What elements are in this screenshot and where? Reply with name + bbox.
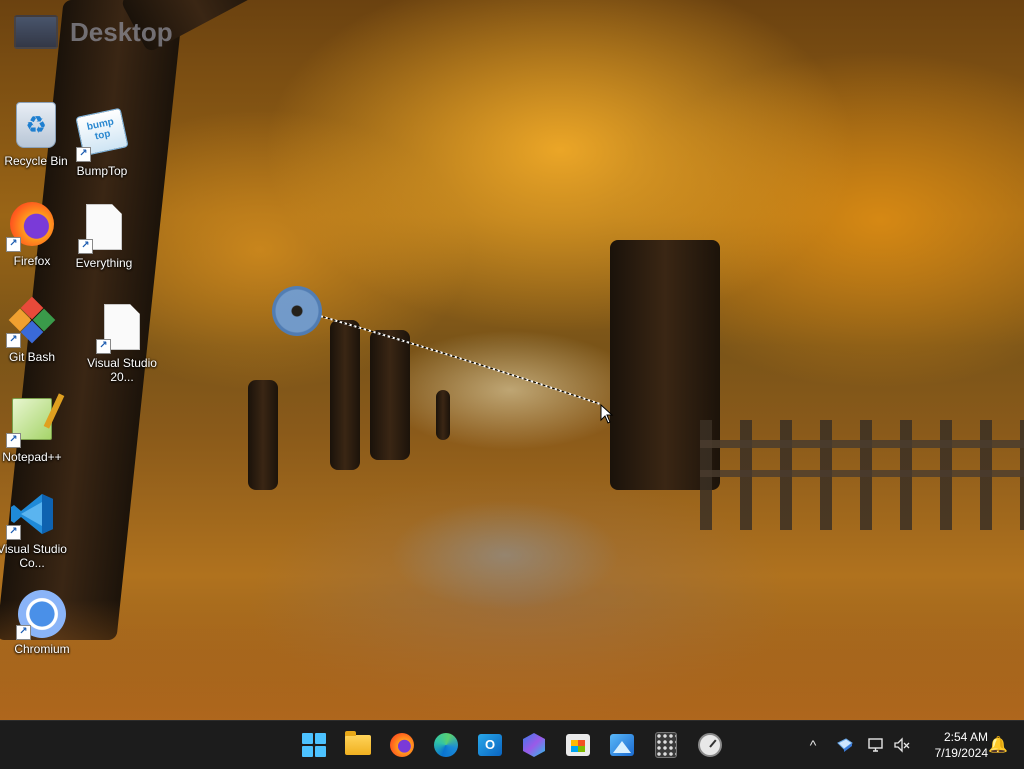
taskbar: O ^ 2:54 AM 7/19/2024 🔔 — [0, 720, 1024, 769]
clock-time: 2:54 AM — [943, 730, 988, 744]
windows-start-icon — [302, 733, 326, 757]
network-button[interactable] — [864, 721, 888, 769]
taskbar-edge[interactable] — [430, 729, 462, 761]
edge-icon — [434, 733, 458, 757]
taskbar-file-explorer[interactable] — [342, 729, 374, 761]
chevron-up-icon: ^ — [809, 737, 817, 753]
tray-app-icon — [837, 738, 853, 752]
drag-path — [319, 315, 601, 405]
taskbar-calculator[interactable] — [650, 729, 682, 761]
network-icon — [868, 738, 883, 752]
taskbar-clock-app[interactable] — [694, 729, 726, 761]
folder-icon — [345, 731, 371, 755]
taskbar-store[interactable] — [562, 729, 594, 761]
show-hidden-icons-button[interactable]: ^ — [802, 721, 824, 769]
calculator-icon — [655, 732, 677, 758]
taskbar-outlook[interactable]: O — [474, 729, 506, 761]
clock-date: 7/19/2024 — [934, 746, 988, 760]
photos-icon — [610, 734, 634, 756]
taskbar-copilot[interactable] — [518, 729, 550, 761]
drag-start-indicator — [272, 286, 322, 336]
clock-icon — [698, 733, 722, 757]
taskbar-clock[interactable]: 2:54 AM 7/19/2024 — [918, 729, 988, 761]
taskbar-photos[interactable] — [606, 729, 638, 761]
store-icon — [566, 734, 590, 756]
outlook-icon: O — [478, 734, 502, 756]
mouse-cursor-icon — [600, 404, 614, 424]
notification-bell-icon[interactable]: 🔔 — [988, 735, 1008, 755]
start-button[interactable] — [298, 729, 330, 761]
volume-button[interactable] — [890, 721, 914, 769]
taskbar-firefox[interactable] — [386, 729, 418, 761]
firefox-icon — [390, 733, 414, 757]
volume-muted-icon — [894, 737, 910, 753]
tray-app-button[interactable] — [833, 721, 857, 769]
copilot-icon — [523, 733, 545, 757]
